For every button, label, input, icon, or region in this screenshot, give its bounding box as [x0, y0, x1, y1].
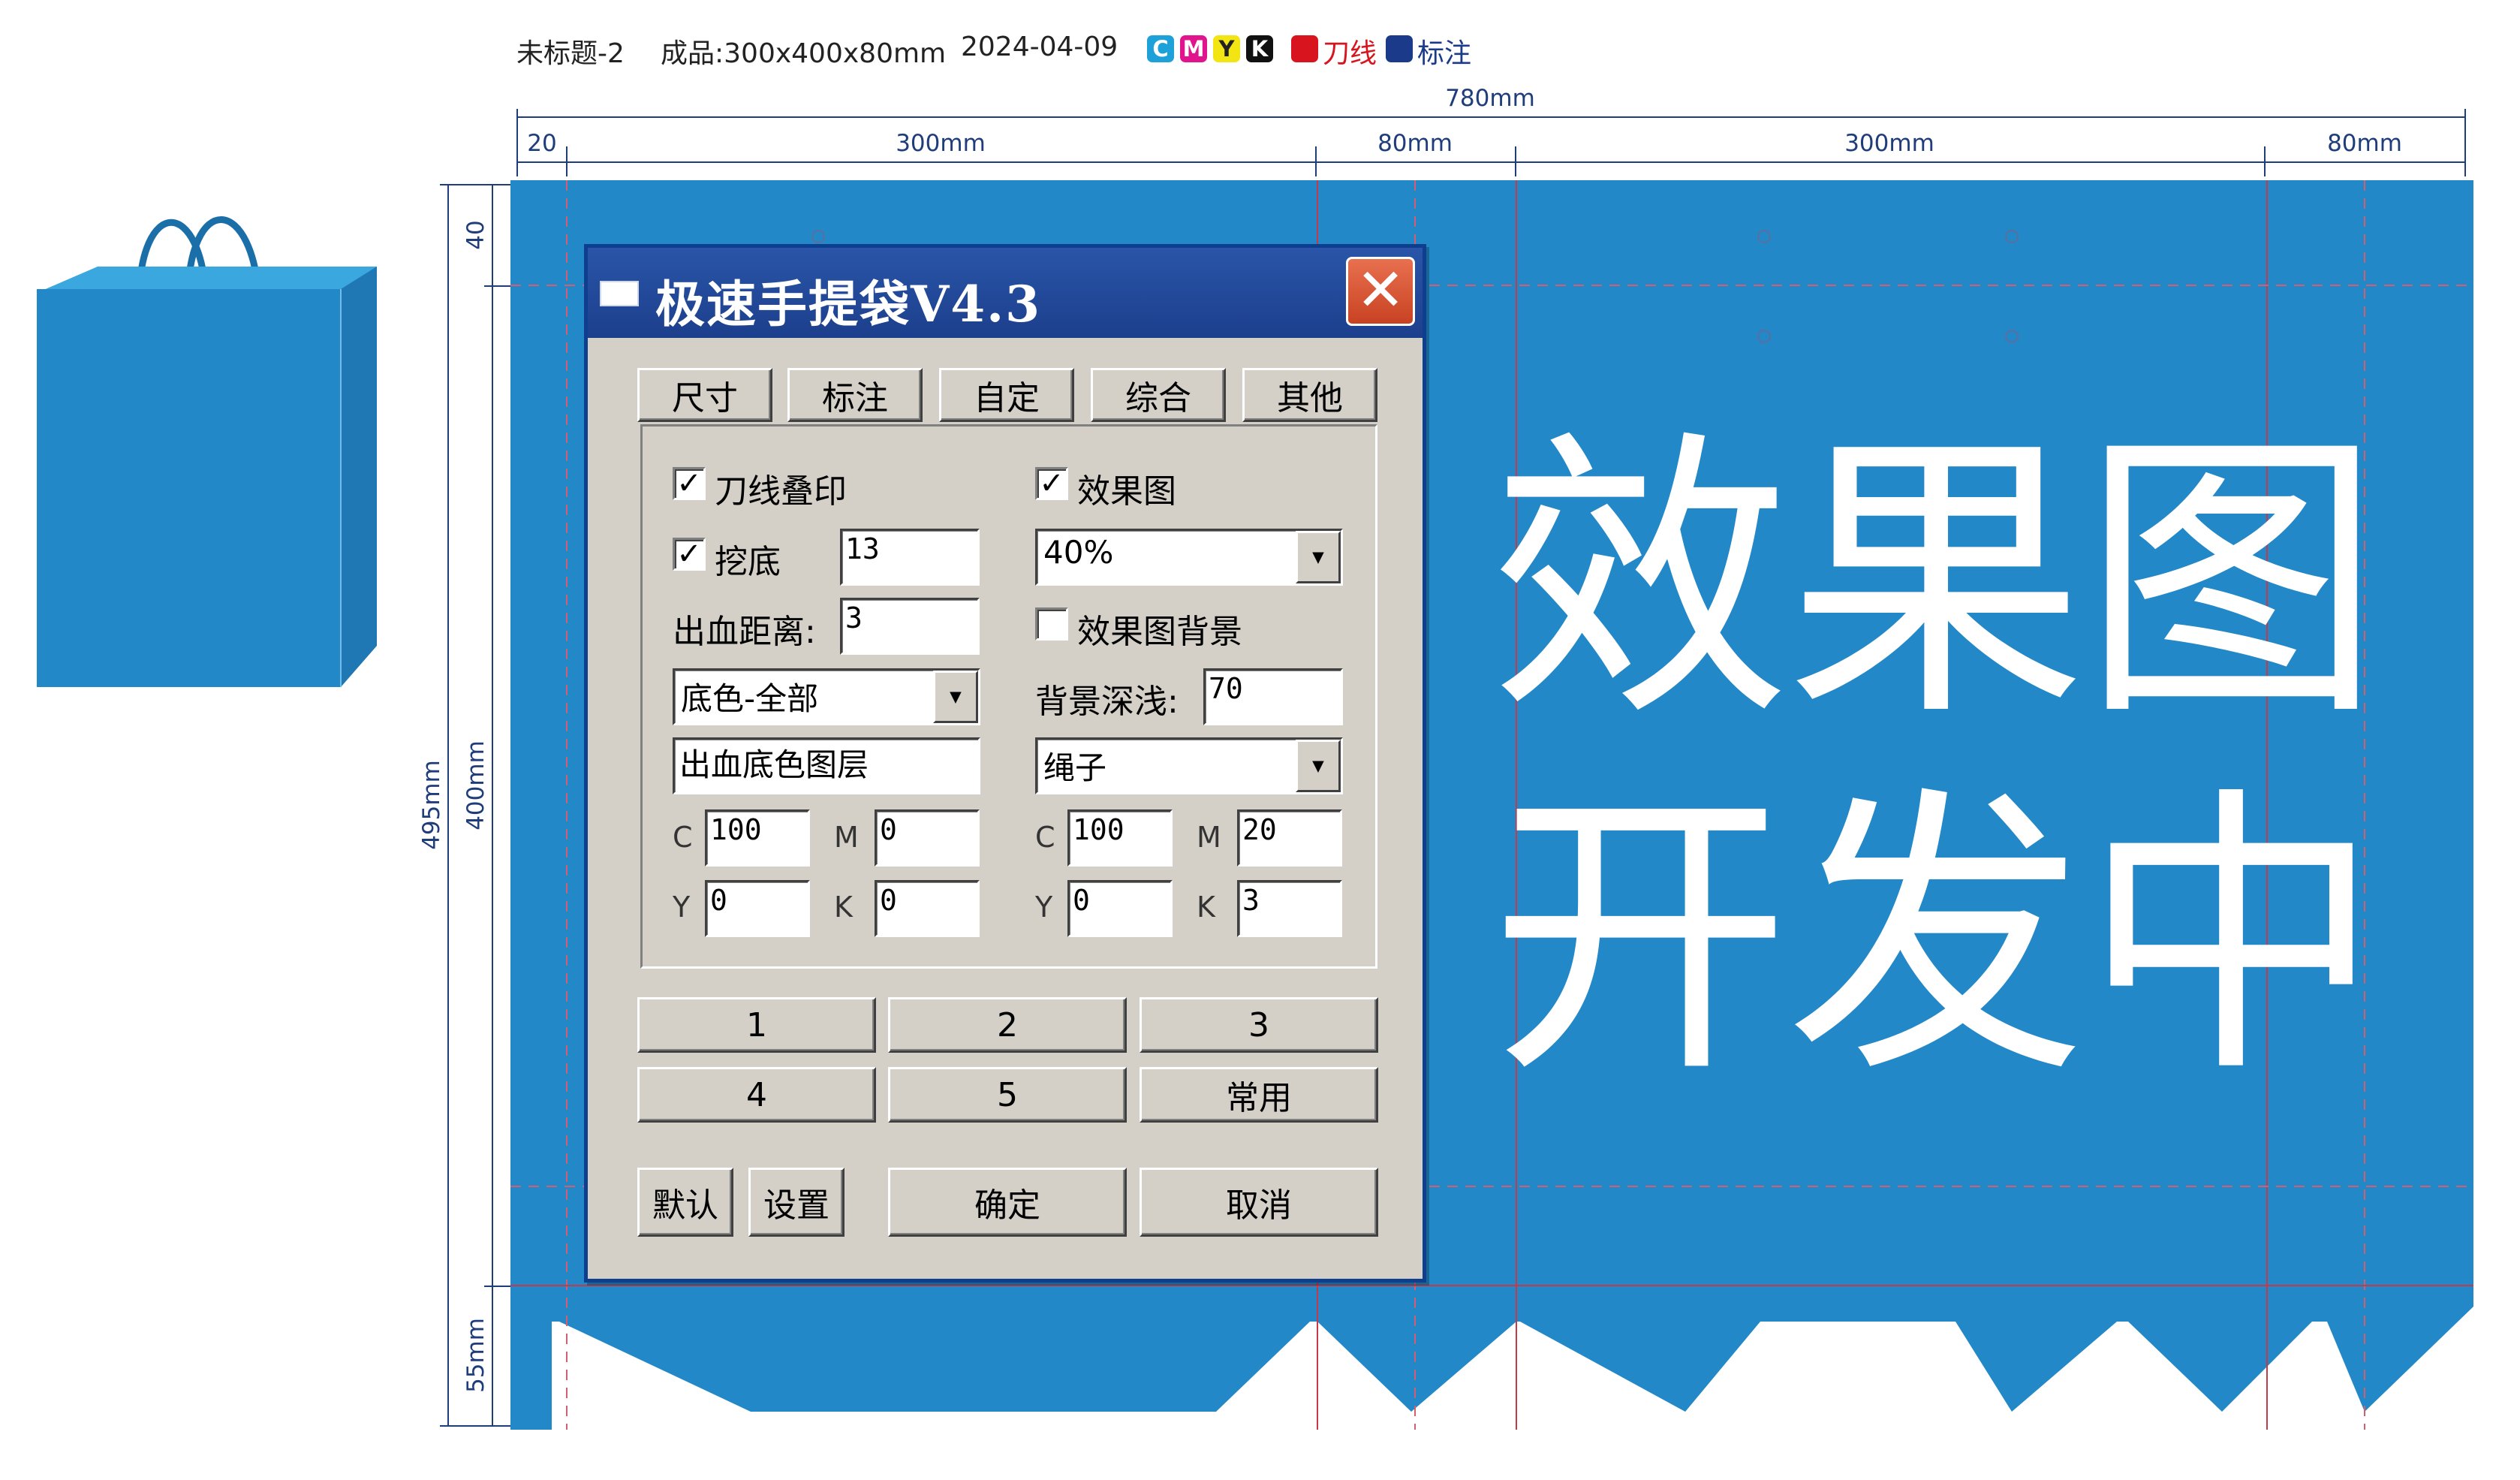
right-c-input[interactable]: 100 — [1067, 809, 1173, 867]
tab-size[interactable]: 尺寸 — [637, 368, 772, 422]
dim-tick — [1515, 146, 1516, 176]
top-margin-label: 40 — [462, 220, 489, 250]
bleed-layer-input[interactable]: 出血底色图层 — [673, 737, 980, 794]
cyan-label: C — [673, 821, 693, 854]
tab-combined[interactable]: 综合 — [1091, 368, 1226, 422]
knife-line-swatch — [1291, 35, 1318, 62]
effect-image-checkbox[interactable]: ✓ — [1035, 467, 1068, 500]
settings-button[interactable]: 设置 — [748, 1168, 845, 1237]
dim-tick — [2264, 146, 2266, 176]
tab-annotation[interactable]: 标注 — [787, 368, 923, 422]
dig-bottom-label: 挖底 — [715, 543, 781, 581]
preset-1-button[interactable]: 1 — [637, 997, 876, 1053]
bg-depth-input[interactable]: 70 — [1203, 668, 1343, 725]
dim-tick — [566, 146, 568, 176]
right-k-input[interactable]: 3 — [1237, 880, 1342, 937]
black-label: K — [834, 891, 853, 924]
dialog-titlebar[interactable]: 极速手提袋V4.3 ✕ — [588, 248, 1423, 338]
effect-bg-checkbox[interactable] — [1035, 607, 1068, 641]
bottom-height-label: 55mm — [462, 1318, 489, 1393]
total-width-label: 780mm — [1445, 85, 1535, 112]
total-height-line — [447, 184, 449, 1427]
dim-tick — [484, 1286, 511, 1287]
dim-tick — [440, 1425, 511, 1427]
document-title: 未标题-2 — [516, 38, 625, 69]
effect-image-label: 效果图 — [1077, 472, 1176, 511]
body-height-label: 400mm — [462, 740, 489, 830]
plugin-dialog: 极速手提袋V4.3 ✕ 尺寸 标注 自定 综合 其他 ✓ 刀线叠印 ✓ 效果图 … — [584, 244, 1426, 1283]
preset-common-button[interactable]: 常用 — [1140, 1067, 1378, 1123]
annotation-legend: 标注 — [1417, 38, 1472, 69]
segment-label: 20 — [527, 130, 557, 157]
effect-bg-label: 效果图背景 — [1077, 613, 1242, 651]
default-button[interactable]: 默认 — [637, 1168, 733, 1237]
knife-line-legend: 刀线 — [1323, 38, 1377, 69]
preset-4-button[interactable]: 4 — [637, 1067, 876, 1123]
knife-overprint-checkbox[interactable]: ✓ — [673, 467, 706, 500]
annotation-swatch — [1386, 35, 1413, 62]
effect-scale-value: 40% — [1043, 534, 1114, 571]
segment-label: 300mm — [896, 130, 986, 157]
segment-label: 80mm — [1377, 130, 1453, 157]
options-panel: ✓ 刀线叠印 ✓ 效果图 ✓ 挖底 13 40% ▼ 出血距离: 3 效果图背景… — [640, 424, 1377, 969]
yellow-label: Y — [673, 891, 691, 924]
cancel-button[interactable]: 取消 — [1140, 1168, 1378, 1237]
rope-select[interactable]: 绳子 ▼ — [1035, 737, 1343, 794]
black-swatch: K — [1246, 35, 1273, 62]
magenta-label: M — [834, 821, 859, 854]
segment-line — [516, 161, 2464, 163]
chevron-down-icon[interactable]: ▼ — [933, 671, 978, 723]
dim-tick — [1315, 146, 1317, 176]
effect-placeholder-line2: 开发中 — [1490, 764, 2382, 1113]
close-button[interactable]: ✕ — [1346, 257, 1415, 326]
segment-label: 300mm — [1844, 130, 1934, 157]
bleed-layer-value: 出血底色图层 — [679, 746, 869, 783]
left-y-input[interactable]: 0 — [705, 880, 810, 937]
spec-text: 成品:300x400x80mm — [661, 38, 947, 69]
dig-bottom-input[interactable]: 13 — [840, 529, 980, 586]
dim-tick — [2464, 109, 2466, 176]
bg-depth-label: 背景深浅: — [1035, 683, 1179, 721]
base-color-value: 底色-全部 — [681, 680, 819, 717]
left-c-input[interactable]: 100 — [705, 809, 810, 867]
right-m-input[interactable]: 20 — [1237, 809, 1342, 867]
chevron-down-icon[interactable]: ▼ — [1296, 531, 1341, 583]
effect-scale-select[interactable]: 40% ▼ — [1035, 529, 1343, 586]
tab-other[interactable]: 其他 — [1242, 368, 1377, 422]
right-y-input[interactable]: 0 — [1067, 880, 1173, 937]
preset-5-button[interactable]: 5 — [888, 1067, 1127, 1123]
chevron-down-icon[interactable]: ▼ — [1296, 740, 1341, 792]
knife-overprint-label: 刀线叠印 — [715, 472, 847, 511]
ok-button[interactable]: 确定 — [888, 1168, 1127, 1237]
dialog-title: 极速手提袋V4.3 — [655, 275, 1042, 333]
black-label: K — [1197, 891, 1215, 924]
window-icon — [600, 281, 639, 306]
magenta-swatch: M — [1180, 35, 1207, 62]
cyan-label: C — [1035, 821, 1055, 854]
dig-bottom-checkbox[interactable]: ✓ — [673, 538, 706, 571]
total-height-label: 495mm — [418, 760, 445, 850]
tab-custom[interactable]: 自定 — [939, 368, 1074, 422]
cyan-swatch: C — [1147, 35, 1174, 62]
effect-placeholder-line1: 效果图 — [1490, 407, 2382, 756]
left-m-input[interactable]: 0 — [875, 809, 980, 867]
section-height-line — [492, 184, 493, 1427]
left-k-input[interactable]: 0 — [875, 880, 980, 937]
magenta-label: M — [1197, 821, 1221, 854]
dim-tick — [440, 184, 511, 185]
bleed-label: 出血距离: — [673, 613, 816, 651]
segment-label: 80mm — [2327, 130, 2402, 157]
bleed-input[interactable]: 3 — [840, 598, 980, 655]
base-color-select[interactable]: 底色-全部 ▼ — [673, 668, 980, 725]
dim-tick — [484, 285, 511, 287]
yellow-label: Y — [1035, 891, 1053, 924]
total-width-line — [516, 116, 2464, 118]
preset-2-button[interactable]: 2 — [888, 997, 1127, 1053]
preset-3-button[interactable]: 3 — [1140, 997, 1378, 1053]
rope-value: 绳子 — [1043, 749, 1107, 786]
yellow-swatch: Y — [1213, 35, 1240, 62]
date-text: 2024-04-09 — [961, 32, 1118, 62]
bag-preview-icon — [37, 216, 377, 687]
dim-tick — [516, 109, 518, 176]
